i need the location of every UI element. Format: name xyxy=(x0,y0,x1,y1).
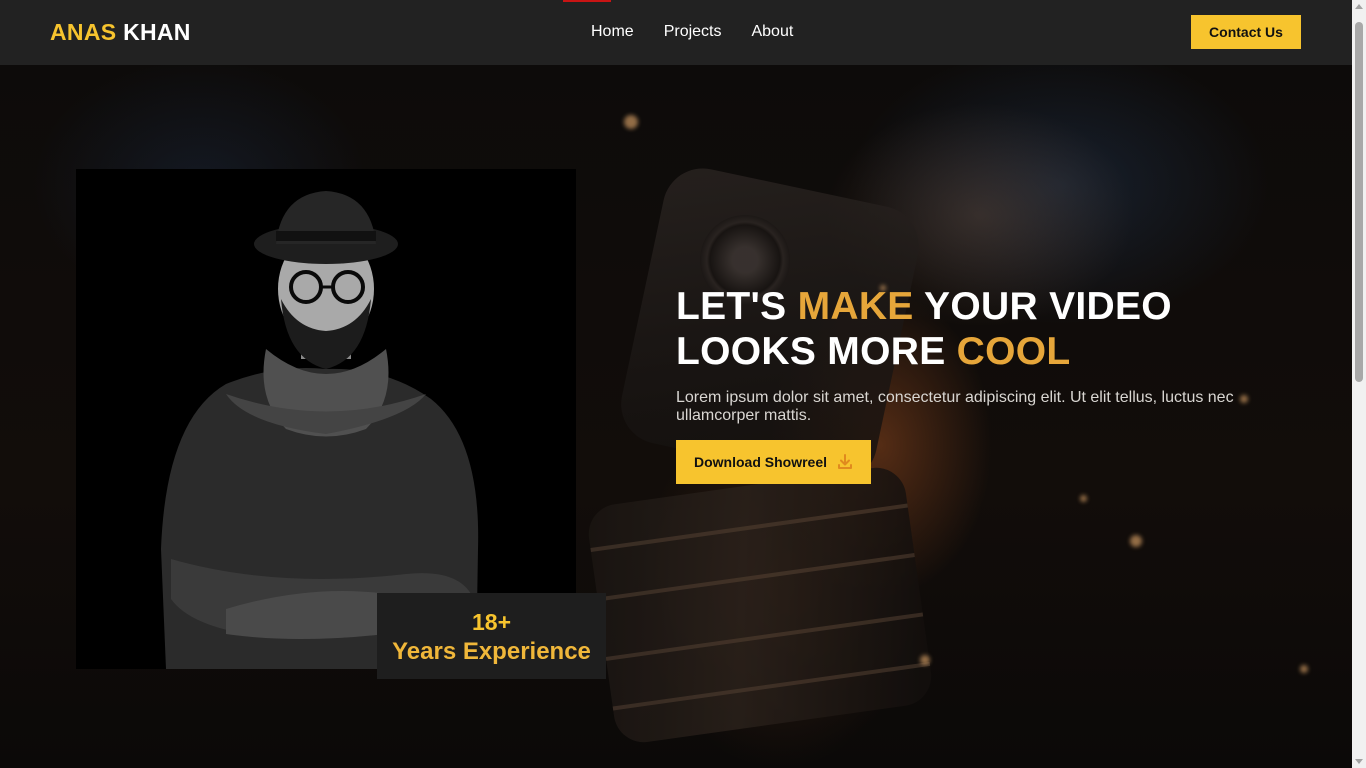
headline-highlight-make: MAKE xyxy=(797,285,914,328)
camera-lens-graphic xyxy=(584,463,936,747)
logo[interactable]: ANAS KHAN xyxy=(50,19,191,46)
site-header: ANAS KHAN Home Projects About Contact Us xyxy=(0,0,1352,65)
bokeh-light xyxy=(920,655,930,665)
logo-last-name: KHAN xyxy=(123,19,191,45)
headline-text: YOUR VIDEO xyxy=(913,285,1172,328)
headline-text: LOOKS MORE xyxy=(676,330,957,373)
nav-home[interactable]: Home xyxy=(591,23,634,41)
hero-description: Lorem ipsum dolor sit amet, consectetur … xyxy=(676,389,1234,424)
logo-first-name: ANAS xyxy=(50,19,117,45)
nav-projects[interactable]: Projects xyxy=(664,23,722,41)
experience-years: 18+ xyxy=(471,609,511,635)
download-icon xyxy=(838,454,852,469)
download-showreel-button[interactable]: Download Showreel xyxy=(676,440,871,484)
scroll-down-arrow-icon[interactable] xyxy=(1355,759,1363,764)
page-scrollbar[interactable] xyxy=(1352,0,1366,768)
contact-us-button[interactable]: Contact Us xyxy=(1191,15,1301,49)
bokeh-light xyxy=(624,115,638,129)
active-tab-indicator xyxy=(563,0,611,2)
headline-highlight-cool: COOL xyxy=(956,330,1071,373)
bokeh-light xyxy=(1300,665,1308,673)
headline-text: LET'S xyxy=(676,285,798,328)
nav-about[interactable]: About xyxy=(751,23,793,41)
main-nav: Home Projects About xyxy=(591,23,823,41)
experience-label: Years Experience xyxy=(392,638,591,665)
bokeh-light xyxy=(1080,495,1087,502)
scroll-up-arrow-icon[interactable] xyxy=(1355,4,1363,9)
download-showreel-label: Download Showreel xyxy=(693,454,827,470)
bokeh-light xyxy=(1130,535,1142,547)
scrollbar-thumb[interactable] xyxy=(1355,22,1363,382)
hero-headline: LET'S MAKE YOUR VIDEO LOOKS MORE COOL xyxy=(676,284,1296,374)
experience-badge: 18+ Years Experience xyxy=(377,593,606,679)
